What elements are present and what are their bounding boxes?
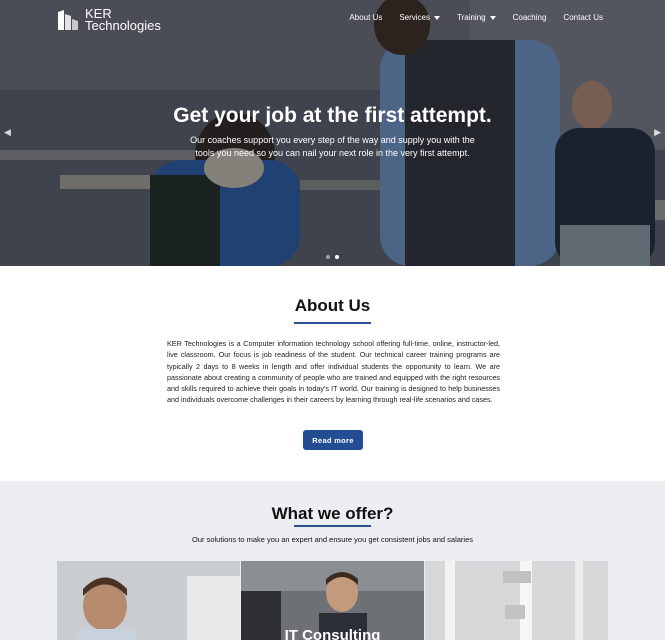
chevron-down-icon (489, 15, 496, 20)
offer-title: What we offer? (271, 504, 394, 523)
top-navigation: KER Technologies About Us Services Train… (0, 0, 665, 40)
main-menu: About Us Services Training Coaching Cont… (332, 13, 603, 22)
nav-about-us[interactable]: About Us (349, 13, 382, 22)
nav-contact-us[interactable]: Contact Us (563, 13, 603, 22)
nav-coaching[interactable]: Coaching (513, 13, 547, 22)
about-title: About Us (294, 296, 371, 315)
brand-name-line2: Technologies (85, 18, 161, 33)
slider-dot[interactable] (326, 255, 330, 259)
chevron-down-icon (434, 15, 440, 20)
brand-name: KER Technologies (85, 7, 161, 33)
nav-training-label: Training (457, 13, 486, 22)
chevron-right-icon[interactable]: ▶ (654, 127, 661, 138)
read-more-button[interactable]: Read more (303, 430, 363, 450)
offer-section: What we offer? Our solutions to make you… (0, 481, 665, 640)
about-title-underline (294, 322, 371, 324)
about-section: About Us KER Technologies is a Computer … (0, 266, 665, 481)
nav-contact-us-label: Contact Us (563, 13, 603, 22)
logo-icon (58, 10, 78, 30)
offer-subtitle: Our solutions to make you an expert and … (192, 535, 473, 544)
nav-services[interactable]: Services (399, 13, 440, 22)
slider-dot-active[interactable] (335, 255, 339, 259)
nav-services-label: Services (399, 13, 430, 22)
offer-card-image (425, 561, 608, 640)
offer-card[interactable] (425, 561, 608, 640)
hero-title: Get your job at the first attempt. (173, 104, 492, 127)
chevron-left-icon[interactable]: ◀ (4, 127, 11, 138)
offer-card-label: IT Consulting (284, 627, 381, 640)
slider-dots (326, 255, 339, 259)
nav-about-us-label: About Us (349, 13, 383, 22)
about-body: KER Technologies is a Computer informati… (167, 339, 500, 405)
offer-card-image (57, 561, 240, 640)
hero-banner: KER Technologies About Us Services Train… (0, 0, 665, 266)
brand-logo[interactable]: KER Technologies (57, 7, 161, 33)
nav-coaching-label: Coaching (512, 13, 547, 22)
hero-subtitle: Our coaches support you every step of th… (190, 135, 475, 158)
offer-card-it-consulting[interactable]: IT Consulting (241, 561, 424, 640)
offer-title-underline (294, 525, 371, 527)
nav-training[interactable]: Training (457, 13, 496, 22)
offer-card[interactable] (57, 561, 240, 640)
